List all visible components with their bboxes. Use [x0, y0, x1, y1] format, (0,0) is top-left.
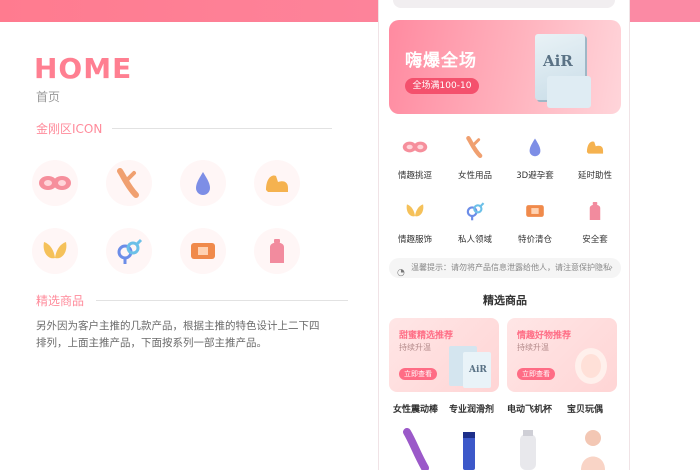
- featured-card[interactable]: 情趣好物推荐 持续升温 立即查看: [507, 318, 617, 392]
- top-banner-strip: [630, 0, 700, 22]
- gender-icon: [462, 198, 488, 224]
- category-label: 情趣挑逗: [397, 171, 432, 181]
- rabbit-vibrator-icon: [462, 134, 488, 160]
- notice-text: 温馨提示：请勿将产品信息泄露给他人，请注意保护隐私: [411, 263, 611, 272]
- butterfly-icon: [402, 198, 428, 224]
- design-description: 另外因为客户主推的几款产品，根据主推的特色设计上二下四排列，上面主推产品，下面按…: [36, 320, 320, 349]
- cup-icon: [582, 198, 608, 224]
- featured-card[interactable]: 甜蜜精选推荐 持续升温 立即查看 AiR: [389, 318, 499, 392]
- rabbit-vibrator-icon: [106, 160, 152, 206]
- arm-icon: [582, 134, 608, 160]
- section-subtitle: 首页: [36, 90, 61, 104]
- product-name[interactable]: 女性震动棒: [393, 402, 438, 415]
- banner-title: 嗨爆全场: [405, 51, 477, 71]
- phone-mockup: 嗨爆全场 全场满100-10 AiR 情趣挑逗 女性用品 3D避孕套 延时助性: [378, 0, 630, 470]
- product-box-label: AiR: [543, 52, 573, 70]
- section-title: HOME: [34, 52, 133, 85]
- search-bar[interactable]: [393, 0, 615, 8]
- card-title: 甜蜜精选推荐: [399, 331, 454, 341]
- product-name[interactable]: 专业润滑剂: [449, 402, 494, 415]
- product-image[interactable]: [459, 428, 479, 470]
- product-image: [575, 348, 607, 384]
- drop-icon: [522, 134, 548, 160]
- notice-bar[interactable]: ◔ 温馨提示：请勿将产品信息泄露给他人，请注意保护隐私 ›: [389, 258, 621, 278]
- card-button[interactable]: 立即查看: [399, 368, 437, 380]
- card-button[interactable]: 立即查看: [517, 368, 555, 380]
- promo-banner[interactable]: 嗨爆全场 全场满100-10 AiR: [389, 20, 621, 114]
- category-item[interactable]: 情趣服饰: [387, 198, 443, 245]
- product-box-image: AiR: [449, 346, 491, 388]
- banner-coupon-button[interactable]: 全场满100-10: [405, 78, 479, 94]
- bandage-icon: [180, 228, 226, 274]
- category-label: 安全套: [582, 235, 608, 245]
- category-item[interactable]: 3D避孕套: [507, 134, 563, 181]
- product-image[interactable]: [575, 428, 611, 470]
- category-label: 情趣服饰: [397, 235, 432, 245]
- category-item[interactable]: 特价清仓: [507, 198, 563, 245]
- category-label: 女性用品: [457, 171, 492, 181]
- icon-showcase-grid: [30, 160, 300, 280]
- category-item[interactable]: 情趣挑逗: [387, 134, 443, 181]
- product-box-image: [547, 76, 591, 108]
- card-subtitle: 持续升温: [517, 343, 549, 352]
- product-name[interactable]: 宝贝玩偶: [567, 402, 603, 415]
- category-item[interactable]: 私人领域: [447, 198, 503, 245]
- speaker-icon: ◔: [397, 268, 405, 278]
- card-subtitle: 持续升温: [399, 343, 431, 352]
- cup-icon: [254, 228, 300, 274]
- design-annotation-panel: HOME 首页 金刚区ICON 精选商品 另外因为客户主推的几款产品，根据主推的…: [0, 22, 370, 470]
- category-label: 私人领域: [457, 235, 492, 245]
- product-image[interactable]: [399, 428, 433, 470]
- divider: [96, 300, 348, 301]
- arm-icon: [254, 160, 300, 206]
- chevron-right-icon: ›: [609, 263, 613, 273]
- bandage-icon: [522, 198, 548, 224]
- gender-icon: [106, 228, 152, 274]
- product-image[interactable]: [517, 428, 539, 470]
- butterfly-icon: [32, 228, 78, 274]
- lips-icon: [402, 134, 428, 160]
- category-label: 特价清仓: [517, 235, 552, 245]
- icon-section-label: 金刚区ICON: [36, 122, 103, 136]
- featured-title: 精选商品: [483, 294, 527, 307]
- divider: [112, 128, 332, 129]
- svg-text:AiR: AiR: [468, 365, 487, 375]
- product-name[interactable]: 电动飞机杯: [507, 402, 552, 415]
- lips-icon: [32, 160, 78, 206]
- category-label: 延时助性: [577, 171, 612, 181]
- category-item[interactable]: 女性用品: [447, 134, 503, 181]
- category-item[interactable]: 延时助性: [567, 134, 623, 181]
- category-item[interactable]: 安全套: [567, 198, 623, 245]
- card-title: 情趣好物推荐: [517, 331, 572, 341]
- category-label: 3D避孕套: [516, 171, 554, 181]
- drop-icon: [180, 160, 226, 206]
- featured-section-label: 精选商品: [36, 294, 85, 308]
